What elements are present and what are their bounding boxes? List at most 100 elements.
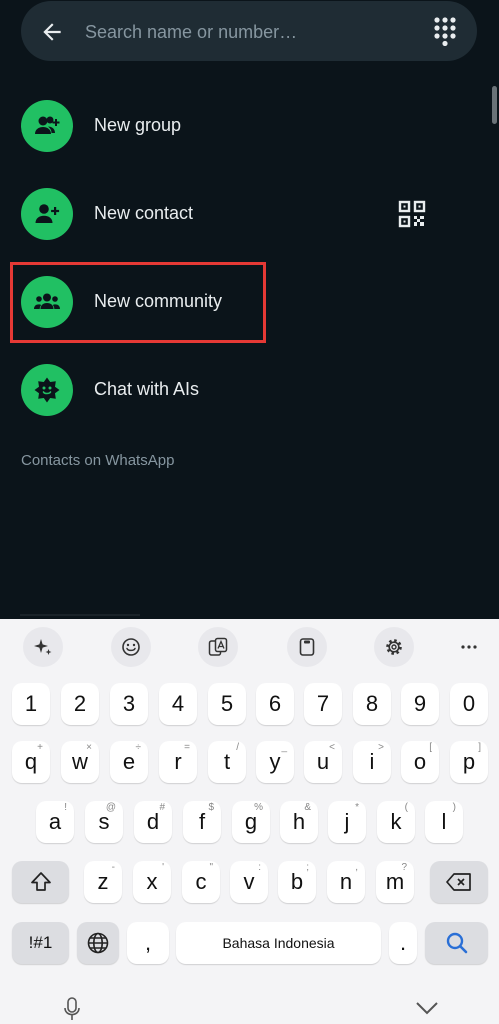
search-bar[interactable] xyxy=(21,1,477,61)
key-label: o xyxy=(413,749,427,774)
key-label: v xyxy=(243,869,255,894)
key-label: 5 xyxy=(220,691,234,716)
settings-icon[interactable] xyxy=(374,627,414,667)
back-arrow-icon[interactable] xyxy=(39,19,65,45)
microphone-icon[interactable] xyxy=(64,997,80,1021)
clipboard-icon[interactable] xyxy=(287,627,327,667)
key-secondary-symbol: * xyxy=(355,802,359,813)
dialpad-icon[interactable] xyxy=(433,16,457,46)
number-key[interactable]: 4 xyxy=(159,683,197,725)
letter-key[interactable]: f $ xyxy=(183,801,221,843)
chat-with-ais-row[interactable]: Chat with AIs xyxy=(0,346,499,434)
number-key[interactable]: 5 xyxy=(208,683,246,725)
chat-with-ais-label: Chat with AIs xyxy=(94,379,200,399)
key-secondary-symbol: / xyxy=(236,742,239,753)
number-key[interactable]: 6 xyxy=(256,683,294,725)
contacts-section-label: Contacts on WhatsApp xyxy=(21,452,175,469)
new-chat-screen: New group New contact New community Chat… xyxy=(0,0,499,619)
key-label: u xyxy=(316,749,330,774)
letter-key[interactable]: l) xyxy=(425,801,463,843)
key-secondary-symbol: > xyxy=(378,742,384,753)
key-secondary-symbol: _ xyxy=(281,742,287,753)
new-group-label: New group xyxy=(94,115,182,135)
key-secondary-symbol: × xyxy=(86,742,92,753)
letter-key[interactable]: c " xyxy=(182,861,220,903)
key-secondary-symbol: % xyxy=(254,802,263,813)
key-secondary-symbol: [ xyxy=(429,742,432,753)
language-key[interactable] xyxy=(77,922,119,964)
letter-key[interactable]: u < xyxy=(304,741,342,783)
key-label: b xyxy=(290,869,304,894)
number-key[interactable]: 1 xyxy=(12,683,50,725)
key-secondary-symbol: @ xyxy=(105,802,116,813)
key-label: a xyxy=(48,809,62,834)
letter-key[interactable]: v: xyxy=(230,861,268,903)
keyboard-toolbar xyxy=(0,619,499,675)
key-secondary-symbol: ' xyxy=(162,862,164,873)
letter-key[interactable]: s @ xyxy=(85,801,123,843)
letter-key[interactable]: g% xyxy=(232,801,270,843)
letter-key[interactable]: y _ xyxy=(256,741,294,783)
number-key[interactable]: 7 xyxy=(304,683,342,725)
letter-key[interactable]: t / xyxy=(208,741,246,783)
letter-key[interactable]: e ÷ xyxy=(110,741,148,783)
letter-key[interactable]: x ' xyxy=(133,861,171,903)
letter-key[interactable]: a! xyxy=(36,801,74,843)
key-label: j xyxy=(344,809,350,834)
key-label: q xyxy=(24,749,38,774)
key-label: i xyxy=(369,749,375,774)
letter-key[interactable]: k( xyxy=(377,801,415,843)
hide-keyboard-chevron-icon[interactable] xyxy=(415,1001,439,1015)
letter-key[interactable]: m? xyxy=(376,861,414,903)
letter-key[interactable]: i > xyxy=(353,741,391,783)
number-key[interactable]: 8 xyxy=(353,683,391,725)
number-key[interactable]: 2 xyxy=(61,683,99,725)
on-screen-keyboard: 1 2 3 4 5 6 7 8 9 0 q + w × e ÷ r = t / y _ u < i > o[p] a! s @ d # f $ g%… xyxy=(0,619,499,1024)
new-group-row[interactable]: New group xyxy=(0,82,499,170)
letter-key[interactable]: b; xyxy=(278,861,316,903)
key-label: 6 xyxy=(268,691,282,716)
letter-key[interactable]: p] xyxy=(450,741,488,783)
translate-icon[interactable] xyxy=(198,627,238,667)
letter-key[interactable]: w × xyxy=(61,741,99,783)
sparkle-icon[interactable] xyxy=(23,627,63,667)
symbols-key[interactable]: !#1 xyxy=(12,922,69,964)
shift-key[interactable] xyxy=(12,861,69,903)
key-label: 7 xyxy=(316,691,330,716)
backspace-icon xyxy=(446,873,471,891)
period-key[interactable]: . xyxy=(389,922,417,964)
comma-key[interactable]: , xyxy=(127,922,169,964)
number-key[interactable]: 3 xyxy=(110,683,148,725)
key-secondary-symbol: " xyxy=(209,862,213,873)
more-icon[interactable] xyxy=(449,627,489,667)
letter-key[interactable]: z- xyxy=(84,861,122,903)
key-label: l xyxy=(441,809,447,834)
key-label: 8 xyxy=(365,691,379,716)
key-label: r xyxy=(174,749,182,774)
letter-key[interactable]: q + xyxy=(12,741,50,783)
letter-key[interactable]: j * xyxy=(328,801,366,843)
key-secondary-symbol: = xyxy=(184,742,190,753)
letter-key[interactable]: h & xyxy=(280,801,318,843)
backspace-key[interactable] xyxy=(430,861,488,903)
key-label: 9 xyxy=(413,691,427,716)
search-icon xyxy=(446,932,467,954)
search-input[interactable] xyxy=(83,13,417,51)
letter-key[interactable]: r = xyxy=(159,741,197,783)
number-key[interactable]: 0 xyxy=(450,683,488,725)
key-label: p xyxy=(462,749,476,774)
shift-arrow-icon xyxy=(30,872,51,891)
space-key[interactable]: Bahasa Indonesia xyxy=(176,922,381,964)
emoji-icon[interactable] xyxy=(111,627,151,667)
key-label: c xyxy=(195,869,207,894)
search-key[interactable] xyxy=(425,922,488,964)
key-secondary-symbol: ( xyxy=(404,802,408,813)
key-label: t xyxy=(223,749,231,774)
key-secondary-symbol: $ xyxy=(208,802,214,813)
letter-key[interactable]: d # xyxy=(134,801,172,843)
key-label: x xyxy=(146,869,158,894)
number-key[interactable]: 9 xyxy=(401,683,439,725)
letter-key[interactable]: o[ xyxy=(401,741,439,783)
qr-code-icon[interactable] xyxy=(398,200,426,228)
letter-key[interactable]: n, xyxy=(327,861,365,903)
